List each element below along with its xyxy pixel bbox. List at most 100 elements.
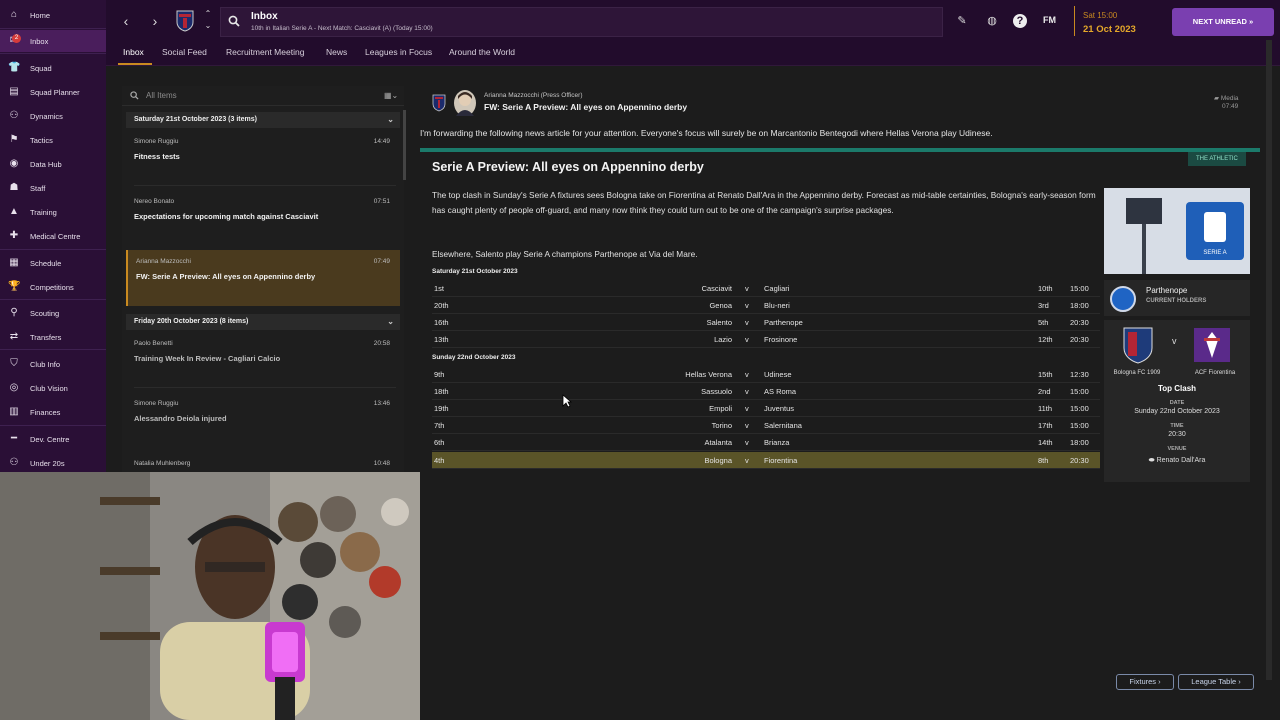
away-team[interactable]: Frosinone xyxy=(764,335,797,344)
home-team[interactable]: Sassuolo xyxy=(701,387,732,396)
tab-social-feed[interactable]: Social Feed xyxy=(162,47,207,57)
fm-logo[interactable]: FM xyxy=(1043,15,1056,25)
away-team[interactable]: Parthenope xyxy=(764,318,803,327)
away-team[interactable]: Fiorentina xyxy=(764,456,797,465)
sidebar-item-club-info[interactable]: ⛉ Club Info xyxy=(0,353,106,375)
group-header[interactable]: Saturday 21st October 2023 (3 items) ⌄ xyxy=(126,112,400,128)
scrollbar[interactable] xyxy=(403,110,406,180)
fixtures-button[interactable]: Fixtures › xyxy=(1116,674,1174,690)
fixture-row[interactable]: 6th Atalanta v Brianza 14th 18:00 xyxy=(432,434,1100,451)
message-time: 14:49 xyxy=(373,138,390,145)
back-button[interactable]: ‹ xyxy=(116,10,136,32)
message-item[interactable]: Paolo Benetti 20:58 Training Week In Rev… xyxy=(126,332,400,388)
message-item[interactable]: Nereo Bonato 07:51 Expectations for upco… xyxy=(126,190,400,246)
sidebar-divider xyxy=(0,249,106,250)
message-subject: Alessandro Deiola injured xyxy=(134,414,227,423)
fixture-row[interactable]: 1st Casciavit v Cagliari 10th 15:00 xyxy=(432,280,1100,297)
message-item-selected[interactable]: Arianna Mazzocchi 07:49 FW: Serie A Prev… xyxy=(126,250,400,306)
message-subject: FW: Serie A Preview: All eyes on Appenni… xyxy=(484,102,688,112)
home-team[interactable]: Atalanta xyxy=(704,438,732,447)
home-team[interactable]: Salento xyxy=(707,318,732,327)
fixture-row[interactable]: 7th Torino v Salernitana 17th 15:00 xyxy=(432,417,1100,434)
fixture-row[interactable]: 20th Genoa v Blu-neri 3rd 18:00 xyxy=(432,297,1100,314)
forward-button[interactable]: › xyxy=(145,10,165,32)
sidebar-item-competitions[interactable]: 🏆 Competitions xyxy=(0,276,106,298)
tab-news[interactable]: News xyxy=(326,47,347,57)
sidebar-item-scouting[interactable]: ⚲ Scouting xyxy=(0,302,106,324)
search-bar[interactable]: Inbox 10th in Italian Serie A - Next Mat… xyxy=(220,7,943,37)
away-position: 5th xyxy=(1038,318,1049,327)
article-paragraph: The top clash in Sunday's Serie A fixtur… xyxy=(432,190,1096,215)
league-table-button[interactable]: League Table › xyxy=(1178,674,1254,690)
sidebar-item-squad[interactable]: 👕 Squad xyxy=(0,57,106,79)
versus: v xyxy=(745,370,749,379)
filter-menu-icon[interactable]: ▦⌄ xyxy=(384,91,402,101)
media-label: Media xyxy=(1220,95,1239,102)
scrollbar[interactable] xyxy=(1266,40,1272,680)
fixture-row[interactable]: 13th Lazio v Frosinone 12th 20:30 xyxy=(432,331,1100,348)
away-team[interactable]: Cagliari xyxy=(764,284,789,293)
fixture-row[interactable]: 9th Hellas Verona v Udinese 15th 12:30 xyxy=(432,366,1100,383)
home-team[interactable]: Torino xyxy=(712,421,732,430)
divider xyxy=(134,387,396,388)
sidebar-item-inbox[interactable]: ✉2 Inbox xyxy=(0,30,106,52)
help-icon[interactable]: ? xyxy=(1013,14,1027,28)
message-item[interactable]: Simone Ruggiu 13:46 Alessandro Deiola in… xyxy=(126,392,400,448)
tab-around-the-world[interactable]: Around the World xyxy=(449,47,515,57)
filter-input[interactable]: All Items xyxy=(146,91,177,100)
fixture-row[interactable]: 18th Sassuolo v AS Roma 2nd 15:00 xyxy=(432,383,1100,400)
group-header[interactable]: Friday 20th October 2023 (8 items) ⌄ xyxy=(126,314,400,330)
next-unread-button[interactable]: NEXT UNREAD » xyxy=(1172,8,1274,36)
tab-recruitment-meeting[interactable]: Recruitment Meeting xyxy=(226,47,304,57)
sidebar-item-home[interactable]: ⌂ Home xyxy=(0,4,106,26)
kickoff-time: 18:00 xyxy=(1070,438,1089,447)
away-team[interactable]: AS Roma xyxy=(764,387,796,396)
sidebar-item-data-hub[interactable]: ◉ Data Hub xyxy=(0,153,106,175)
tab-leagues-in-focus[interactable]: Leagues in Focus xyxy=(365,47,432,57)
sidebar-item-tactics[interactable]: ⚑ Tactics xyxy=(0,129,106,151)
club-crest-icon[interactable] xyxy=(176,10,194,32)
sidebar-item-dev-centre[interactable]: ━ Dev. Centre xyxy=(0,428,106,450)
away-position: 17th xyxy=(1038,421,1053,430)
sidebar-item-transfers[interactable]: ⇄ Transfers xyxy=(0,326,106,348)
sidebar-item-squad-planner[interactable]: ▤ Squad Planner xyxy=(0,81,106,103)
tab-inbox[interactable]: Inbox xyxy=(123,47,144,57)
sidebar-item-staff[interactable]: ☗ Staff xyxy=(0,177,106,199)
home-team[interactable]: Bologna xyxy=(704,456,732,465)
edit-icon[interactable]: ✎ xyxy=(955,14,969,28)
home-team[interactable]: Hellas Verona xyxy=(685,370,732,379)
sidebar-item-label: Dev. Centre xyxy=(30,434,70,444)
sidebar-item-schedule[interactable]: ▦ Schedule xyxy=(0,252,106,274)
holders-name[interactable]: Parthenope xyxy=(1146,286,1187,295)
fixture-row[interactable]: 16th Salento v Parthenope 5th 20:30 xyxy=(432,314,1100,331)
sidebar-item-finances[interactable]: ▥ Finances xyxy=(0,401,106,423)
away-team[interactable]: Juventus xyxy=(764,404,794,413)
sidebar-item-club-vision[interactable]: ◎ Club Vision xyxy=(0,377,106,399)
bologna-crest-icon[interactable] xyxy=(1118,326,1158,364)
away-team[interactable]: Udinese xyxy=(764,370,792,379)
sidebar-item-training[interactable]: ▲ Training xyxy=(0,201,106,223)
home-team[interactable]: Genoa xyxy=(709,301,732,310)
club-switch-button[interactable]: ⌃ ⌄ xyxy=(198,8,218,34)
home-team[interactable]: Lazio xyxy=(714,335,732,344)
world-icon[interactable]: ◍ xyxy=(985,14,999,28)
venue-value[interactable]: ⬬ Renato Dall'Ara xyxy=(1104,457,1250,465)
home-team[interactable]: Empoli xyxy=(709,404,732,413)
inbox-filter[interactable]: All Items ▦⌄ xyxy=(122,86,404,106)
away-position: 10th xyxy=(1038,284,1053,293)
away-team[interactable]: Salernitana xyxy=(764,421,802,430)
fixture-row-highlighted[interactable]: 4th Bologna v Fiorentina 8th 20:30 xyxy=(432,452,1100,469)
home-team[interactable]: Casciavit xyxy=(702,284,732,293)
fixture-row[interactable]: 19th Empoli v Juventus 11th 15:00 xyxy=(432,400,1100,417)
current-holders-card[interactable]: Parthenope CURRENT HOLDERS xyxy=(1104,280,1250,316)
sidebar-item-label: Home xyxy=(30,10,51,20)
sidebar-item-dynamics[interactable]: ⚇ Dynamics xyxy=(0,105,106,127)
away-team[interactable]: Brianza xyxy=(764,438,789,447)
away-team[interactable]: Blu-neri xyxy=(764,301,790,310)
message-item[interactable]: Natalia Muhlenberg 10:48 xyxy=(126,452,400,472)
search-icon xyxy=(228,15,240,27)
fiorentina-crest-icon[interactable] xyxy=(1192,326,1232,364)
message-item[interactable]: Simone Ruggiu 14:49 Fitness tests xyxy=(126,130,400,186)
sidebar-item-under-20s[interactable]: ⚇ Under 20s xyxy=(0,452,106,474)
sidebar-item-medical-centre[interactable]: ✚ Medical Centre xyxy=(0,225,106,247)
